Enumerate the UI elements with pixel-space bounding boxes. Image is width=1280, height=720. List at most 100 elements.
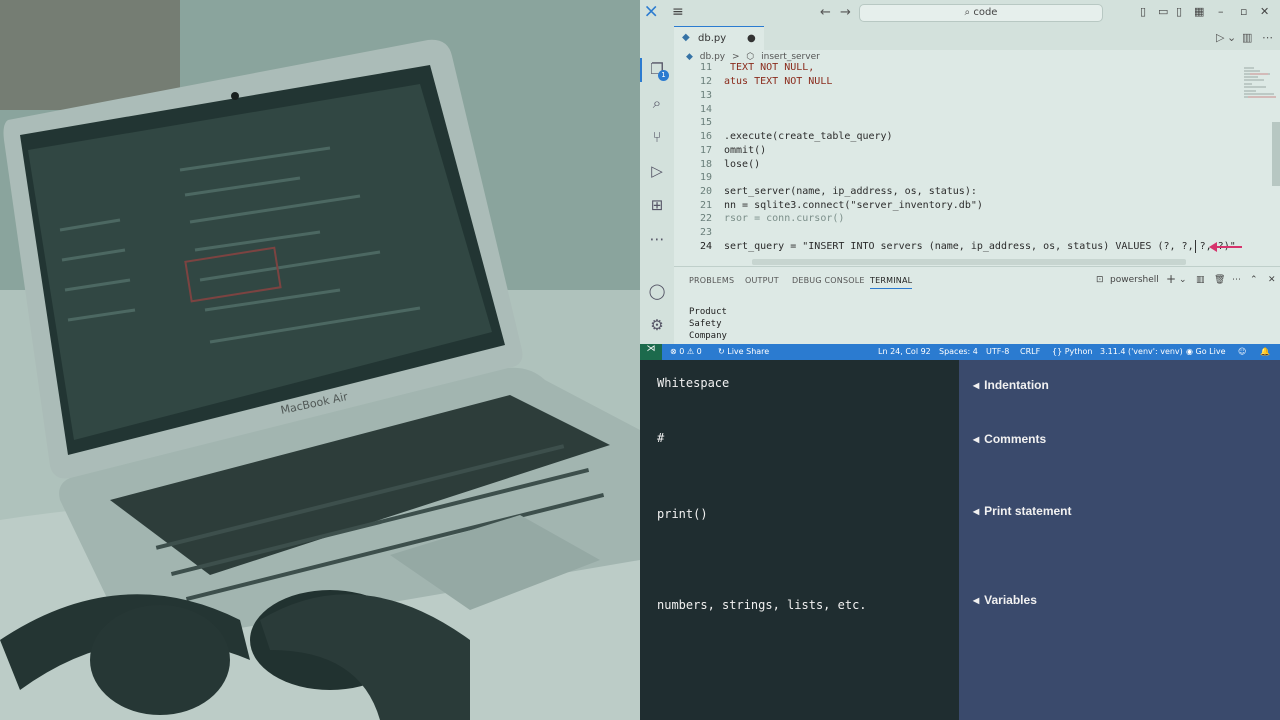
chevron-down-icon[interactable]: ⌄ — [1179, 275, 1187, 285]
note-code-comment: # — [657, 431, 665, 445]
live-share-icon: ↻ — [718, 347, 725, 356]
title-bar: ⨉ ≡ ← → ⌕ code ▯ ▭ ▯ ▦ – ▫ ✕ — [640, 0, 1280, 26]
notifications-bell-icon[interactable]: 🔔 — [1260, 347, 1270, 356]
go-live-label: Go Live — [1195, 347, 1226, 356]
restore-icon[interactable]: ▫ — [1240, 5, 1247, 18]
close-icon[interactable]: ✕ — [1260, 5, 1269, 18]
maximize-panel-icon[interactable]: ⌃ — [1250, 275, 1258, 285]
vscode-window: ⨉ ≡ ← → ⌕ code ▯ ▭ ▯ ▦ – ▫ ✕ ❐ 1 ⌕ ⑂ ▷ ⊞… — [640, 0, 1280, 360]
terminal-shell-icon: ⊡ — [1096, 275, 1104, 285]
code-line: rsor = conn.cursor() — [724, 213, 845, 224]
line-number: 17 — [699, 145, 712, 156]
account-icon[interactable]: ◯ — [648, 282, 666, 300]
note-label-variables: ◀ Variables — [973, 593, 1037, 607]
chevron-down-icon[interactable]: ⌄ — [1227, 31, 1236, 44]
note-label-text: Comments — [984, 432, 1047, 446]
live-share-status[interactable]: ↻ Live Share — [718, 347, 769, 356]
code-line: .execute(create_table_query) — [724, 131, 893, 142]
error-icon: ⊗ — [670, 347, 677, 356]
breadcrumb-file[interactable]: db.py — [700, 52, 725, 62]
minimize-icon[interactable]: – — [1218, 5, 1224, 18]
close-panel-icon[interactable]: ✕ — [1268, 275, 1276, 285]
line-number: 14 — [699, 104, 712, 115]
line-number: 21 — [699, 200, 712, 211]
hamburger-icon[interactable]: ≡ — [672, 4, 684, 20]
source-control-icon[interactable]: ⑂ — [648, 128, 666, 146]
indentation-status[interactable]: Spaces: 4 — [939, 347, 978, 356]
arrow-left-icon[interactable]: ← — [820, 5, 831, 20]
split-terminal-icon[interactable]: ▥ — [1196, 275, 1205, 285]
vscode-logo-icon: ⨉ — [646, 5, 657, 20]
feedback-icon[interactable]: ☺ — [1238, 347, 1246, 356]
customize-layout-icon[interactable]: ▦ — [1194, 5, 1204, 18]
bottom-panel: PROBLEMS OUTPUT DEBUG CONSOLE TERMINAL ⊡… — [674, 266, 1280, 344]
code-line: TEXT NOT NULL, — [724, 62, 815, 73]
search-icon[interactable]: ⌕ — [648, 94, 666, 112]
triangle-left-icon: ◀ — [973, 381, 980, 390]
problems-status[interactable]: ⊗ 0 ⚠ 0 — [670, 347, 702, 356]
notes-code-column: Whitespace # print() numbers, strings, l… — [640, 360, 959, 720]
breadcrumb-symbol[interactable]: insert_server — [761, 52, 820, 62]
interpreter-status[interactable]: 3.11.4 ('venv': venv) — [1100, 347, 1183, 356]
tab-output[interactable]: OUTPUT — [745, 276, 779, 285]
line-number: 23 — [699, 227, 712, 238]
line-number: 20 — [699, 186, 712, 197]
note-code-print: print() — [657, 507, 708, 521]
note-label-indentation: ◀ Indentation — [973, 378, 1049, 392]
language-label: Python — [1064, 347, 1093, 356]
line-number: 12 — [699, 76, 712, 87]
note-label-text: Print statement — [984, 504, 1072, 518]
encoding-status[interactable]: UTF-8 — [986, 347, 1009, 356]
command-center-label: code — [973, 7, 998, 18]
command-center-search[interactable]: ⌕ code — [859, 4, 1103, 22]
arrow-right-icon[interactable]: → — [840, 5, 851, 20]
run-debug-icon[interactable]: ▷ — [648, 162, 666, 180]
terminal-line: Company — [689, 331, 727, 341]
function-symbol-icon: ⬡ — [746, 52, 755, 62]
note-label-print: ◀ Print statement — [973, 504, 1072, 518]
new-terminal-icon[interactable]: + — [1166, 272, 1176, 286]
laptop-photo: MacBook Air — [0, 0, 640, 720]
tab-db-py[interactable]: ◆ db.py ● — [674, 26, 764, 50]
laptop-illustration: MacBook Air — [0, 0, 640, 720]
more-actions-icon[interactable]: ⋯ — [1262, 31, 1273, 44]
breadcrumb-separator: > — [732, 52, 740, 62]
tab-terminal[interactable]: TERMINAL — [870, 276, 913, 289]
language-mode[interactable]: {} Python — [1052, 347, 1092, 356]
code-line: ommit() — [724, 145, 767, 156]
extensions-icon[interactable]: ⊞ — [648, 196, 666, 214]
cursor-position[interactable]: Ln 24, Col 92 — [878, 347, 931, 356]
settings-icon[interactable]: ⚙ — [648, 316, 666, 334]
go-live-status[interactable]: ◉ Go Live — [1186, 347, 1226, 356]
toggle-panel-icon[interactable]: ▭ — [1158, 5, 1168, 18]
tab-debug-console[interactable]: DEBUG CONSOLE — [792, 276, 865, 285]
vertical-scrollbar[interactable] — [1272, 122, 1280, 186]
eol-status[interactable]: CRLF — [1020, 347, 1040, 356]
line-number: 16 — [699, 131, 712, 142]
toggle-primary-sidebar-icon[interactable]: ▯ — [1140, 5, 1146, 18]
tab-problems[interactable]: PROBLEMS — [689, 276, 734, 285]
toggle-secondary-sidebar-icon[interactable]: ▯ — [1176, 5, 1182, 18]
split-editor-icon[interactable]: ▥ — [1242, 31, 1252, 44]
run-python-file-icon[interactable]: ▷ — [1216, 31, 1224, 44]
more-icon[interactable]: ⋯ — [648, 230, 666, 248]
remote-icon[interactable]: ⋊ — [640, 344, 662, 360]
terminal-shell-label[interactable]: powershell — [1110, 275, 1159, 285]
horizontal-scrollbar[interactable] — [752, 259, 1186, 265]
python-file-icon: ◆ — [686, 52, 693, 62]
trash-icon[interactable]: 🗑 — [1214, 275, 1225, 285]
code-editor[interactable]: 11 12 13 14 15 16 17 18 19 20 21 22 23 2… — [674, 62, 1280, 264]
unsaved-dot-icon[interactable]: ● — [747, 33, 756, 44]
note-label-text: Variables — [984, 593, 1037, 607]
line-number: 18 — [699, 159, 712, 170]
broadcast-icon: ◉ — [1186, 347, 1193, 356]
note-label-comments: ◀ Comments — [973, 432, 1046, 446]
tab-label: db.py — [698, 33, 727, 44]
line-number: 19 — [699, 172, 712, 183]
triangle-left-icon: ◀ — [973, 507, 980, 516]
code-line: nn = sqlite3.connect("server_inventory.d… — [724, 200, 983, 211]
more-actions-icon[interactable]: ⋯ — [1232, 275, 1241, 285]
line-number: 11 — [699, 62, 712, 73]
annotation-arrow-icon — [1209, 242, 1242, 252]
search-icon: ⌕ — [964, 7, 974, 18]
